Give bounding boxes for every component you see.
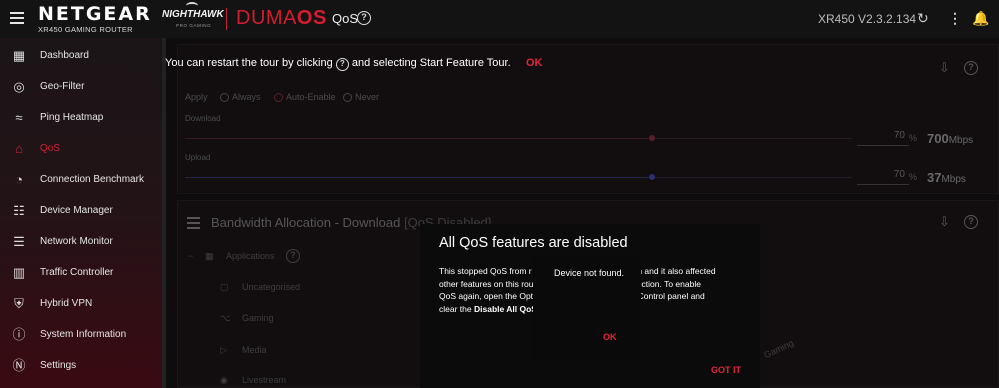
radio-auto-enable-icon <box>274 93 283 103</box>
shield-icon: ⛨ <box>14 296 24 311</box>
sidebar-item-label: Settings <box>40 360 77 371</box>
radio-never-icon <box>343 93 352 103</box>
brand-name: NETGEAR <box>38 3 152 25</box>
sidebar-item-qos[interactable]: ⌂ QoS <box>0 135 166 165</box>
sidebar-item-label: QoS <box>40 143 61 154</box>
panel-help-icon[interactable]: ? <box>964 61 978 75</box>
tour-ok-button[interactable]: OK <box>526 57 543 69</box>
panel-menu-icon[interactable] <box>187 217 200 229</box>
sidebar-item-label: System Information <box>40 329 127 340</box>
speedometer-icon: ◔ <box>15 172 23 187</box>
sidebar-item-geo-filter[interactable]: ◎ Geo-Filter <box>0 73 166 103</box>
menu-icon[interactable] <box>10 12 24 24</box>
applications-help-icon[interactable]: ? <box>286 249 300 263</box>
sidebar-item-label: Traffic Controller <box>40 267 114 278</box>
bell-icon[interactable]: 🔔 <box>972 10 989 27</box>
sidebar-item-label: Device Manager <box>40 205 113 216</box>
toast-ok-button[interactable]: OK <box>603 332 617 342</box>
help-icon[interactable]: ? <box>357 11 371 25</box>
uncategorised-icon: ▢ <box>220 282 229 292</box>
sidebar-item-hybrid-vpn[interactable]: ⛨ Hybrid VPN <box>0 290 166 320</box>
download-percent-sign: % <box>909 133 918 143</box>
sidebar: ▦ Dashboard ◎ Geo-Filter ≈ Ping Heatmap … <box>0 38 166 388</box>
radio-auto-enable[interactable]: Auto-Enable <box>274 92 336 103</box>
sidebar-item-settings[interactable]: Ⓝ Settings <box>0 352 166 382</box>
header-divider <box>226 8 227 30</box>
tour-help-icon: ? <box>335 58 349 71</box>
sidebar-item-device-manager[interactable]: ☷ Device Manager <box>0 197 166 227</box>
upload-slider-knob[interactable] <box>649 174 655 180</box>
sidebar-item-ping-heatmap[interactable]: ≈ Ping Heatmap <box>0 104 166 134</box>
sidebar-item-connection-benchmark[interactable]: ◔ Connection Benchmark <box>0 166 166 196</box>
upload-slider-fill <box>185 177 652 178</box>
pin-icon-2[interactable]: ⇩ <box>939 214 950 230</box>
gamepad-icon: ⌥ <box>220 313 231 323</box>
tree-item-gaming[interactable]: Gaming <box>242 313 274 323</box>
info-icon: ⓘ <box>12 327 26 342</box>
dashboard-icon: ▦ <box>12 48 26 63</box>
nighthawk-logo: NIGHTHAWK <box>162 9 224 20</box>
upload-label: Upload <box>185 153 211 162</box>
download-percent-input[interactable]: 70 <box>857 130 909 146</box>
sidebar-item-dashboard[interactable]: ▦ Dashboard <box>0 42 166 72</box>
tree-item-livestream[interactable]: Livestream <box>242 375 286 385</box>
download-label: Download <box>185 114 221 123</box>
tour-hint: You can restart the tour by clicking ? a… <box>165 57 511 71</box>
radio-always[interactable]: Always <box>220 92 261 103</box>
sidebar-item-network-monitor[interactable]: ☰ Network Monitor <box>0 228 166 258</box>
traffic-controller-icon: ▥ <box>12 265 26 280</box>
sidebar-item-system-information[interactable]: ⓘ System Information <box>0 321 166 351</box>
upload-percent-sign: % <box>909 172 918 182</box>
sidebar-item-label: Ping Heatmap <box>40 112 104 123</box>
download-slider-fill <box>185 138 652 139</box>
dumaos-logo: DUMAOS <box>236 7 327 29</box>
got-it-button[interactable]: GOT IT <box>711 365 741 375</box>
sidebar-item-label: Hybrid VPN <box>40 298 93 309</box>
device-not-found-message: Device not found. <box>554 268 625 278</box>
sidebar-item-label: Dashboard <box>40 50 89 61</box>
ping-heatmap-icon: ≈ <box>15 110 23 125</box>
apps-grid-icon: ▦ <box>205 251 214 261</box>
page-title: QoS <box>332 11 359 26</box>
radio-always-icon <box>220 93 229 103</box>
media-icon: ▷ <box>220 345 227 355</box>
livestream-icon: ◉ <box>220 375 228 385</box>
netgear-logo: NETGEAR XR450 GAMING ROUTER <box>38 3 152 34</box>
settings-icon: Ⓝ <box>12 358 26 373</box>
sidebar-item-label: Geo-Filter <box>40 81 85 92</box>
tree-collapse-icon[interactable]: − <box>188 251 193 261</box>
upload-percent-input[interactable]: 70 <box>857 169 909 185</box>
device-manager-icon: ☷ <box>13 203 25 218</box>
more-vert-icon[interactable]: ⋮ <box>948 10 962 27</box>
radio-never[interactable]: Never <box>343 92 379 103</box>
tree-item-applications[interactable]: Applications <box>226 251 275 261</box>
sidebar-item-label: Connection Benchmark <box>40 174 144 185</box>
download-slider-knob[interactable] <box>649 135 655 141</box>
sidebar-item-label: Network Monitor <box>40 236 113 247</box>
firmware-version: XR450 V2.3.2.134 <box>818 12 917 26</box>
tree-item-uncategorised[interactable]: Uncategorised <box>242 282 300 292</box>
upload-rate: 37Mbps <box>927 170 966 185</box>
refresh-icon[interactable]: ↻ <box>917 10 929 27</box>
geo-filter-icon: ◎ <box>13 79 25 94</box>
top-bar: NETGEAR XR450 GAMING ROUTER NIGHTHAWK PR… <box>0 0 999 38</box>
dialog-title: All QoS features are disabled <box>439 235 628 251</box>
pin-icon[interactable]: ⇩ <box>939 60 950 76</box>
brand-model: XR450 GAMING ROUTER <box>38 25 133 34</box>
device-not-found-dialog: Device not found. OK <box>533 254 641 360</box>
network-monitor-icon: ☰ <box>13 234 25 249</box>
apply-label: Apply <box>185 92 208 102</box>
download-rate: 700Mbps <box>927 131 974 146</box>
sidebar-item-traffic-controller[interactable]: ▥ Traffic Controller <box>0 259 166 289</box>
panel-help-icon-2[interactable]: ? <box>964 215 978 229</box>
nighthawk-sub: PRO GAMING <box>176 23 212 28</box>
tree-item-media[interactable]: Media <box>242 345 267 355</box>
qos-icon: ⌂ <box>15 141 23 156</box>
